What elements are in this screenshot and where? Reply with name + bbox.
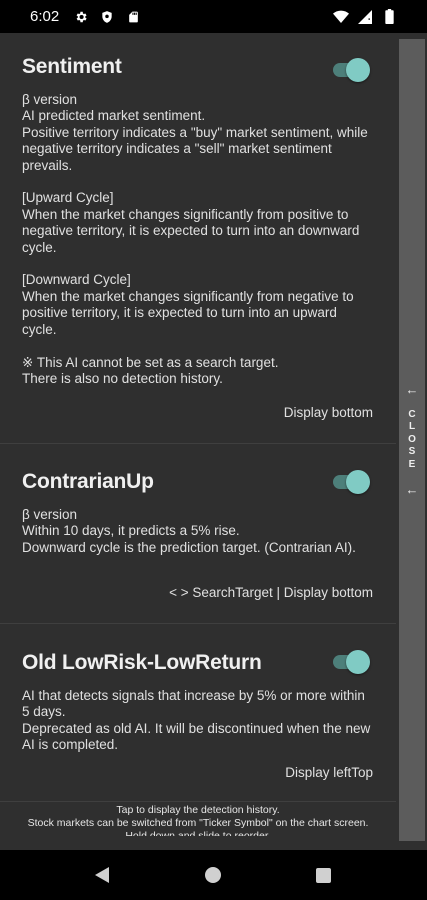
app-content: Sentiment β version AI predicted market …: [0, 33, 427, 850]
toggle-thumb: [346, 58, 370, 82]
signal-icon: [357, 9, 373, 25]
battery-icon: [381, 9, 397, 25]
close-letter: L: [408, 421, 416, 433]
ai-list-panel[interactable]: Sentiment β version AI predicted market …: [0, 33, 396, 836]
close-letter: O: [408, 433, 416, 445]
ai-card-sentiment[interactable]: Sentiment β version AI predicted market …: [0, 55, 396, 387]
left-arrow-icon: ←: [405, 482, 419, 498]
card-footer: < > SearchTarget | Display bottom: [169, 585, 373, 600]
toggle-thumb: [346, 650, 370, 674]
close-tab[interactable]: ← C L O S E ←: [399, 39, 425, 841]
help-note: Tap to display the detection history. St…: [27, 804, 369, 836]
card-title: Sentiment: [22, 55, 122, 78]
card-footer: Display leftTop: [285, 765, 373, 780]
sd-card-icon: [125, 9, 141, 25]
old-lowrisk-toggle[interactable]: [333, 650, 370, 674]
back-icon[interactable]: [92, 865, 112, 885]
status-left-icons: [73, 9, 141, 25]
gear-icon: [73, 9, 89, 25]
status-time: 6:02: [30, 8, 60, 25]
recents-icon[interactable]: [313, 865, 333, 885]
divider: [0, 443, 396, 444]
sentiment-toggle[interactable]: [333, 58, 370, 82]
close-label: C L O S E: [408, 409, 416, 472]
divider: [0, 623, 396, 624]
toggle-thumb: [346, 470, 370, 494]
navigation-bar: [0, 850, 427, 900]
close-letter: E: [408, 458, 416, 470]
divider: [0, 801, 396, 802]
close-letter: C: [408, 408, 416, 420]
close-letter: S: [408, 446, 416, 458]
wifi-icon: [333, 9, 349, 25]
contrarianup-toggle[interactable]: [333, 470, 370, 494]
card-title: Old LowRisk-LowReturn: [22, 651, 262, 674]
card-description: AI that detects signals that increase by…: [22, 688, 371, 753]
status-bar: 6:02: [0, 0, 427, 33]
shield-icon: [99, 9, 115, 25]
left-arrow-icon: ←: [405, 381, 419, 397]
card-title: ContrarianUp: [22, 470, 154, 493]
card-description: β version Within 10 days, it predicts a …: [22, 507, 356, 555]
card-description: β version AI predicted market sentiment.…: [22, 92, 368, 386]
status-right-icons: [333, 9, 397, 25]
card-footer: Display bottom: [283, 405, 373, 420]
home-icon[interactable]: [203, 865, 223, 885]
